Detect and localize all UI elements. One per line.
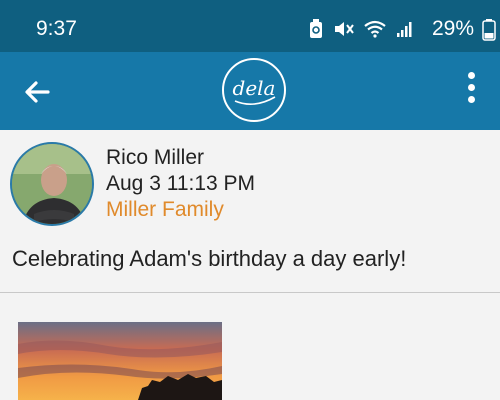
mute-icon: [335, 22, 354, 36]
status-icons: [308, 19, 414, 39]
battery-percent: 29%: [431, 17, 474, 40]
post-text: Celebrating Adam's birthday a day early!: [12, 246, 407, 271]
post-photo[interactable]: [18, 322, 222, 400]
avatar[interactable]: [10, 142, 94, 226]
author-name[interactable]: Rico Miller: [106, 146, 204, 170]
app-logo: dela: [221, 57, 287, 123]
sunset-photo-icon: [18, 322, 222, 400]
person-photo-icon: [12, 144, 92, 224]
wifi-icon: [364, 20, 386, 38]
battery-saver-icon: [310, 19, 322, 38]
battery-icon: [482, 19, 496, 41]
app-bar: dela: [0, 52, 500, 130]
back-arrow-icon[interactable]: [20, 74, 56, 110]
status-bar: 9:37 29%: [0, 0, 500, 52]
status-time: 9:37: [36, 17, 77, 40]
divider: [0, 292, 500, 293]
family-group-link[interactable]: Miller Family: [106, 198, 224, 222]
signal-icon: [397, 22, 412, 37]
more-options-icon[interactable]: [464, 72, 478, 110]
logo-text: dela: [232, 76, 276, 100]
post-header: Rico Miller Aug 3 11:13 PM Miller Family: [10, 142, 490, 226]
post-timestamp: Aug 3 11:13 PM: [106, 172, 256, 195]
